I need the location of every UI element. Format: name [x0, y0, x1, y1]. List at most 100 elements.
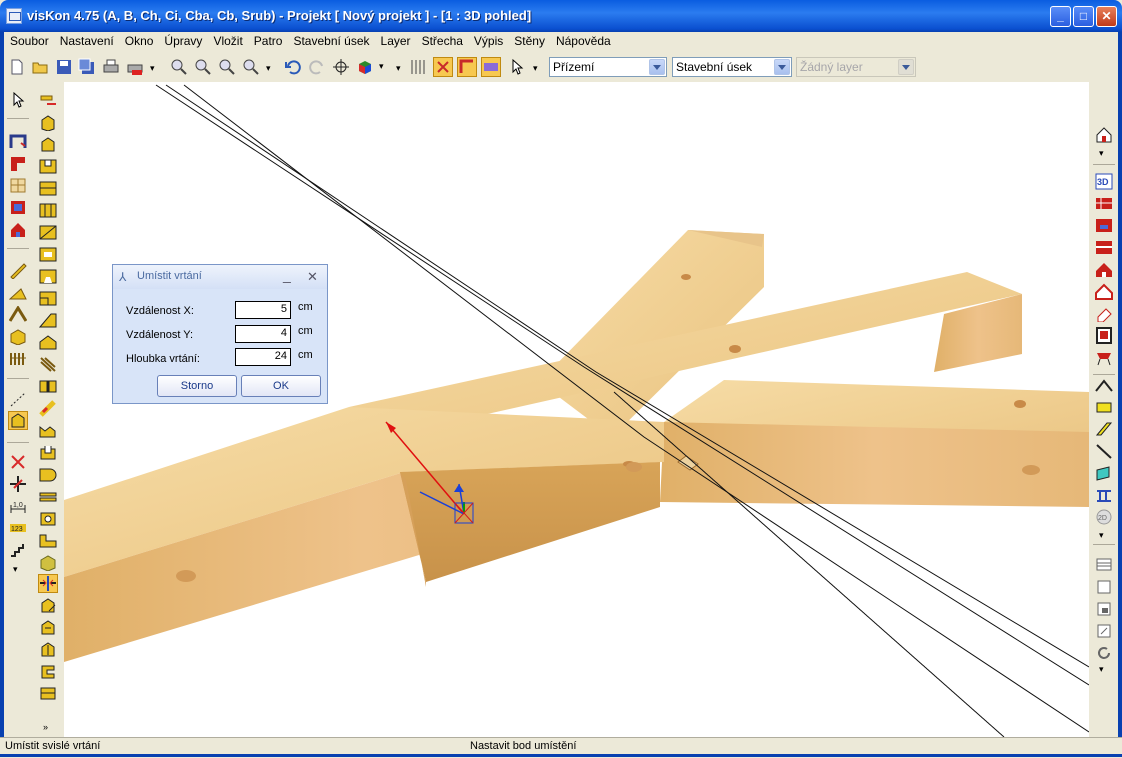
maximize-button[interactable]: □ — [1073, 6, 1094, 27]
dialog-close-button[interactable]: ✕ — [307, 269, 318, 285]
grid-icon[interactable] — [410, 58, 428, 76]
log-wall-icon[interactable] — [9, 350, 27, 367]
window-icon[interactable] — [9, 177, 27, 194]
chevron-down-icon[interactable] — [774, 59, 790, 75]
print-preview-icon[interactable] — [126, 58, 144, 76]
roof-view-icon[interactable] — [1095, 261, 1113, 278]
close-button[interactable]: ✕ — [1096, 6, 1117, 27]
toolbar-overflow-icon[interactable]: ▾ — [1099, 148, 1104, 159]
corner-wall-icon[interactable] — [9, 155, 27, 172]
crosshair-icon[interactable] — [332, 58, 350, 76]
pointer-icon[interactable] — [508, 58, 526, 76]
rafter-icon[interactable] — [9, 284, 27, 301]
stamp-icon[interactable] — [1095, 349, 1113, 366]
truss-structure-icon[interactable] — [1095, 487, 1113, 504]
section-select[interactable]: Stavební úsek — [672, 57, 792, 77]
restore-icon[interactable] — [1095, 600, 1113, 617]
save-all-icon[interactable] — [78, 58, 96, 76]
new-file-icon[interactable] — [8, 58, 26, 76]
house-outline-icon[interactable] — [1095, 283, 1113, 300]
table-icon[interactable] — [1095, 556, 1113, 573]
drilling-tool-icon[interactable] — [8, 411, 28, 430]
toolbar-overflow-icon[interactable]: ▾ — [396, 63, 401, 74]
post-icon[interactable] — [39, 114, 57, 131]
ok-button[interactable]: OK — [241, 375, 321, 397]
window-frame-icon[interactable] — [1095, 578, 1113, 595]
notch-icon[interactable] — [39, 158, 57, 175]
stairs-icon[interactable] — [9, 541, 27, 558]
cross-joint-icon[interactable] — [39, 202, 57, 219]
distance-y-input[interactable]: 4 — [235, 325, 291, 343]
block-icon[interactable] — [9, 328, 27, 345]
house-settings-icon[interactable] — [1095, 126, 1113, 143]
menu-vypis[interactable]: Výpis — [468, 32, 508, 48]
measure-icon[interactable]: 123 — [9, 519, 27, 536]
cancel-button[interactable]: Storno — [157, 375, 237, 397]
3d-view-icon[interactable]: 3D — [1095, 173, 1113, 190]
toolbar-overflow-icon[interactable]: ▾ — [1099, 530, 1104, 541]
menu-napoveda[interactable]: Nápověda — [550, 32, 616, 48]
layer-icon[interactable] — [481, 57, 501, 77]
snap-icon[interactable] — [433, 57, 453, 77]
3d-cube-icon[interactable] — [356, 58, 374, 76]
block-3d-icon[interactable] — [39, 554, 57, 571]
dropdown-arrow-icon[interactable]: ▾ — [379, 61, 384, 72]
refresh-icon[interactable] — [1095, 644, 1113, 661]
door-icon[interactable] — [1095, 327, 1113, 344]
floor-select[interactable]: Přízemí — [549, 57, 667, 77]
bevel-cut-icon[interactable] — [39, 312, 57, 329]
birdsmouth-icon[interactable] — [39, 334, 57, 351]
tenon-icon[interactable] — [39, 246, 57, 263]
panel-icon[interactable] — [1095, 465, 1113, 482]
yellow-beam-icon[interactable] — [1095, 421, 1113, 438]
resize-icon[interactable] — [1095, 622, 1113, 639]
joint-icon[interactable] — [39, 136, 57, 153]
menu-layer[interactable]: Layer — [375, 32, 416, 48]
dimension-icon[interactable]: 1,0 — [9, 497, 27, 514]
menu-strecha[interactable]: Střecha — [416, 32, 468, 48]
toolbar-overflow-icon[interactable]: ▾ — [150, 63, 157, 73]
house-icon[interactable] — [9, 221, 27, 238]
zoom-all-icon[interactable] — [242, 58, 260, 76]
diagonal-line-icon[interactable] — [1095, 443, 1113, 460]
dovetail-icon[interactable] — [39, 268, 57, 285]
chevron-down-icon[interactable] — [649, 59, 665, 75]
distance-x-input[interactable]: 5 — [235, 301, 291, 319]
floorplan-icon[interactable] — [1095, 195, 1113, 212]
flat-beam-icon[interactable] — [39, 685, 57, 702]
insert-beam-icon[interactable] — [39, 92, 57, 109]
lap-joint-icon[interactable] — [39, 180, 57, 197]
beam-icon[interactable] — [9, 262, 27, 279]
rounded-end-icon[interactable] — [39, 466, 57, 483]
section-view-icon[interactable] — [1095, 217, 1113, 234]
open-folder-icon[interactable] — [31, 58, 49, 76]
redo-icon[interactable] — [308, 58, 326, 76]
pointer-icon[interactable] — [9, 92, 27, 109]
drill-hole-icon[interactable] — [39, 510, 57, 527]
pocket-icon[interactable] — [39, 444, 57, 461]
eraser-icon[interactable] — [1095, 305, 1113, 322]
toolbar-overflow-icon[interactable]: » — [43, 722, 48, 732]
menu-steny[interactable]: Stěny — [508, 32, 550, 48]
vertical-drilling-icon[interactable] — [38, 574, 58, 593]
3d-scene[interactable] — [64, 82, 1089, 737]
edit-cut-icon[interactable] — [39, 641, 57, 658]
saw-cut-icon[interactable] — [39, 356, 57, 373]
yellow-plate-icon[interactable] — [1095, 399, 1113, 416]
toolbar-overflow-icon[interactable]: ▾ — [533, 63, 538, 74]
slot-icon[interactable] — [39, 378, 57, 395]
menu-okno[interactable]: Okno — [119, 32, 159, 48]
undo-icon[interactable] — [284, 58, 302, 76]
wall-icon[interactable] — [9, 133, 27, 150]
scarf-joint-icon[interactable] — [39, 224, 57, 241]
step-joint-icon[interactable] — [39, 532, 57, 549]
toolbar-overflow-icon[interactable]: ▾ — [13, 564, 18, 575]
move-icon[interactable] — [9, 475, 27, 492]
dashed-line-icon[interactable] — [9, 391, 27, 408]
save-icon[interactable] — [55, 58, 73, 76]
roof-outline-icon[interactable] — [1095, 377, 1113, 394]
menu-vlozit[interactable]: Vložit — [207, 32, 247, 48]
elevation-view-icon[interactable] — [1095, 239, 1113, 256]
edit-joint-icon[interactable] — [39, 619, 57, 636]
edit-beam-icon[interactable] — [39, 597, 57, 614]
